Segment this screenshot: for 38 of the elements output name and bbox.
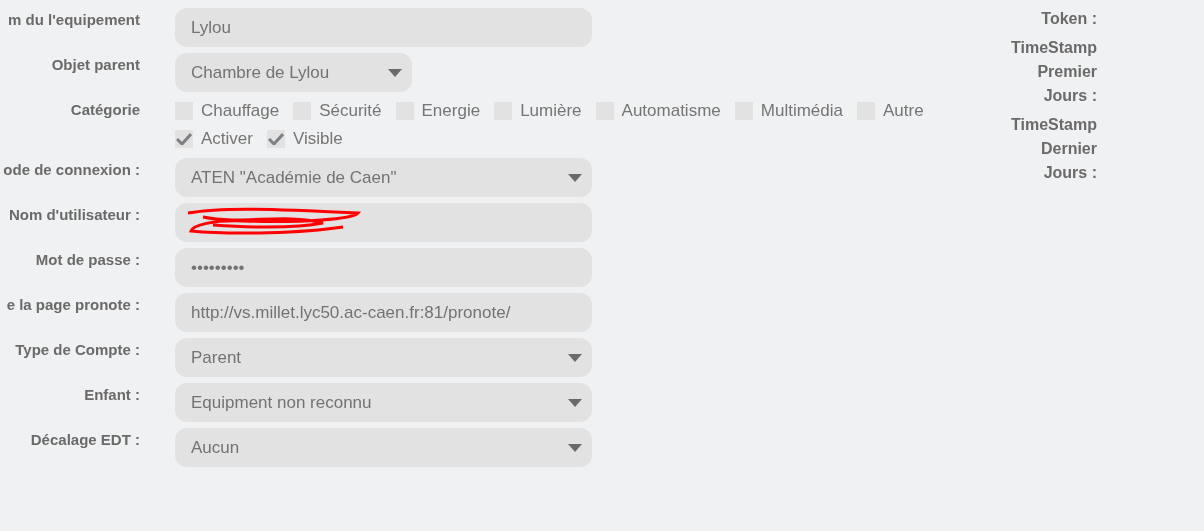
caret-icon: [568, 354, 582, 362]
input-field[interactable]: [175, 203, 592, 242]
select-field[interactable]: ATEN "Académie de Caen": [175, 158, 592, 197]
field-label: Catégorie: [69, 100, 140, 120]
select-field[interactable]: Equipment non reconnu: [175, 383, 592, 422]
field-label: Enfant :: [83, 385, 140, 405]
field-label: Objet parent: [50, 55, 140, 75]
checkbox[interactable]: Chauffage: [175, 101, 280, 121]
select-field[interactable]: Parent: [175, 338, 592, 377]
checkbox[interactable]: Autre: [856, 101, 924, 121]
input-field[interactable]: •••••••••: [175, 248, 592, 287]
field-label: Mot de passe :: [34, 250, 140, 270]
info-label: TimeStamp Dernier Jours :: [1010, 115, 1097, 183]
check-icon: [267, 133, 284, 145]
field-label: Type de Compte :: [14, 340, 140, 360]
field-label: Nom d'utilisateur :: [7, 205, 140, 225]
field-label: ode de connexion :: [2, 160, 140, 180]
checkbox[interactable]: Sécurité: [293, 101, 382, 121]
input-field[interactable]: Lylou: [175, 8, 592, 47]
caret-icon: [568, 444, 582, 452]
field-label: m du l'equipement: [7, 10, 140, 30]
checkbox[interactable]: Automatisme: [595, 101, 721, 121]
checkbox[interactable]: Visible: [266, 129, 343, 149]
caret-icon: [568, 174, 582, 182]
caret-icon: [388, 69, 402, 77]
checkbox[interactable]: Lumière: [494, 101, 582, 121]
info-label: Token :: [1040, 9, 1097, 29]
checkbox[interactable]: Activer: [175, 129, 253, 149]
input-field[interactable]: http://vs.millet.lyc50.ac-caen.fr:81/pronote/: [175, 293, 592, 332]
caret-icon: [568, 399, 582, 407]
check-icon: [176, 133, 192, 145]
info-label: TimeStamp Premier Jours :: [1010, 38, 1097, 106]
select-field[interactable]: Chambre de Lylou: [175, 53, 412, 92]
field-label: Décalage EDT :: [29, 430, 140, 450]
select-field[interactable]: Aucun: [175, 428, 592, 467]
field-label: e la page pronote :: [5, 295, 140, 315]
checkbox[interactable]: Energie: [395, 101, 481, 121]
checkbox[interactable]: Multimédia: [734, 101, 843, 121]
